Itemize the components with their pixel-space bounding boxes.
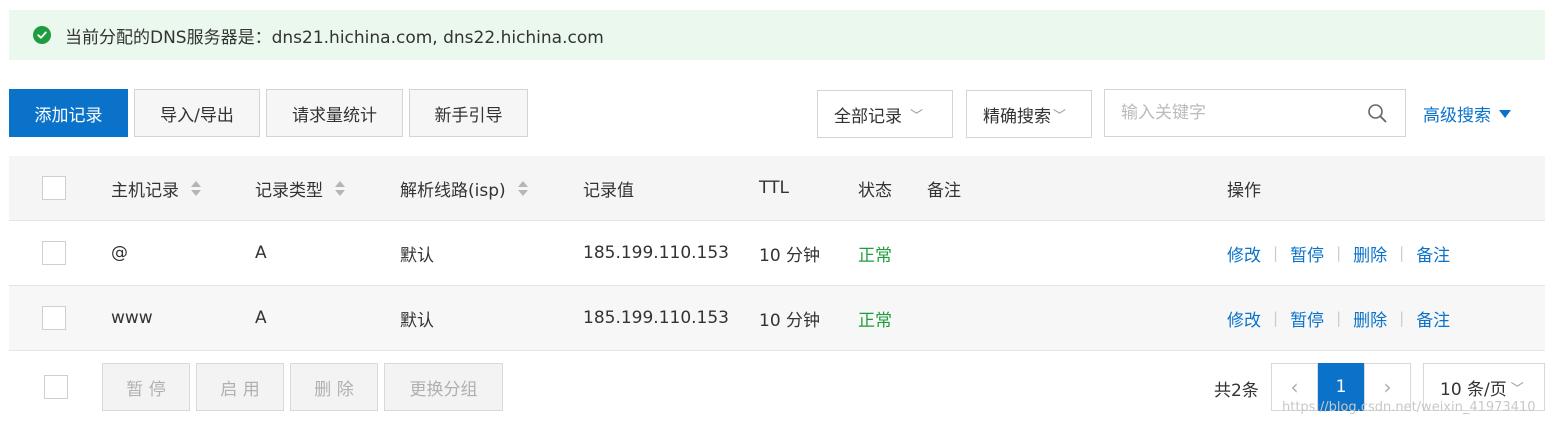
header-line-label: 解析线路(isp) — [400, 180, 506, 201]
edit-link[interactable]: 修改 — [1227, 306, 1261, 331]
cell-line: 默认 — [400, 245, 434, 266]
header-host[interactable]: 主机记录 — [111, 156, 201, 220]
row-actions: 修改 | 暂停 | 删除 | 备注 — [1227, 286, 1450, 350]
cell-type: A — [255, 308, 267, 328]
search-mode-select[interactable]: 精确搜索 ﹀ — [966, 90, 1092, 138]
separator: | — [1399, 309, 1405, 327]
change-group-button[interactable]: 更换分组 — [384, 363, 503, 411]
dns-notice-text: 当前分配的DNS服务器是：dns21.hichina.com, dns22.hi… — [65, 27, 604, 48]
search-input[interactable] — [1105, 90, 1345, 136]
header-type-label: 记录类型 — [255, 180, 323, 201]
row-checkbox[interactable] — [42, 306, 66, 330]
header-ttl: TTL — [759, 178, 789, 198]
batch-pause-button[interactable]: 暂 停 — [102, 363, 190, 411]
header-status: 状态 — [858, 180, 892, 201]
header-type[interactable]: 记录类型 — [255, 156, 345, 220]
chevron-left-icon: ‹ — [1290, 375, 1299, 399]
separator: | — [1399, 244, 1405, 262]
cell-type: A — [255, 243, 267, 263]
search-icon[interactable] — [1367, 103, 1387, 123]
add-record-button[interactable]: 添加记录 — [9, 89, 128, 137]
row-checkbox[interactable] — [42, 241, 66, 265]
import-export-button[interactable]: 导入/导出 — [134, 89, 260, 137]
edit-link[interactable]: 修改 — [1227, 241, 1261, 266]
watermark: https://blog.csdn.net/weixin_41973410 — [1282, 400, 1536, 415]
separator: | — [1273, 309, 1279, 327]
total-count: 共2条 — [1214, 381, 1259, 401]
advanced-search-label: 高级搜索 — [1423, 106, 1491, 126]
chevron-right-icon: › — [1383, 375, 1392, 399]
pause-link[interactable]: 暂停 — [1290, 306, 1324, 331]
search-box — [1104, 89, 1406, 137]
delete-link[interactable]: 删除 — [1353, 306, 1387, 331]
cell-line: 默认 — [400, 310, 434, 331]
cell-ttl: 10 分钟 — [759, 310, 821, 331]
header-actions: 操作 — [1227, 180, 1261, 201]
delete-link[interactable]: 删除 — [1353, 241, 1387, 266]
cell-status: 正常 — [858, 245, 892, 266]
separator: | — [1336, 244, 1342, 262]
cell-status: 正常 — [858, 310, 892, 331]
footer-select-all-checkbox[interactable] — [44, 375, 68, 399]
caret-down-icon — [1499, 109, 1511, 118]
cell-ttl: 10 分钟 — [759, 245, 821, 266]
table-row: @ A 默认 185.199.110.153 10 分钟 正常 修改 | 暂停 … — [9, 221, 1545, 286]
record-filter-label: 全部记录 — [834, 106, 902, 127]
beginner-guide-button[interactable]: 新手引导 — [409, 89, 528, 137]
sort-icon[interactable] — [517, 180, 528, 196]
separator: | — [1336, 309, 1342, 327]
cell-value: 185.199.110.153 — [583, 308, 730, 328]
separator: | — [1273, 244, 1279, 262]
cell-host: www — [111, 308, 153, 328]
sort-icon[interactable] — [335, 180, 345, 196]
chevron-down-icon: ﹀ — [910, 108, 924, 124]
dns-notice-bar: 当前分配的DNS服务器是：dns21.hichina.com, dns22.hi… — [9, 10, 1545, 60]
table-header: 主机记录 记录类型 解析线路(isp) 记录值 TTL 状态 备注 操作 — [9, 156, 1545, 221]
cell-host: @ — [111, 243, 128, 263]
page-size-label: 10 条/页 — [1440, 379, 1507, 400]
header-host-label: 主机记录 — [111, 180, 179, 201]
request-stats-button[interactable]: 请求量统计 — [266, 89, 403, 137]
advanced-search-toggle[interactable]: 高级搜索 — [1423, 101, 1511, 126]
chevron-down-icon: ﹀ — [1510, 381, 1524, 397]
chevron-down-icon: ﹀ — [1053, 108, 1067, 124]
batch-delete-button[interactable]: 删 除 — [290, 363, 378, 411]
row-actions: 修改 | 暂停 | 删除 | 备注 — [1227, 221, 1450, 285]
record-filter-select[interactable]: 全部记录 ﹀ — [817, 90, 953, 138]
batch-enable-button[interactable]: 启 用 — [196, 363, 284, 411]
header-line[interactable]: 解析线路(isp) — [400, 156, 528, 220]
header-remark: 备注 — [927, 180, 961, 201]
cell-value: 185.199.110.153 — [583, 243, 730, 263]
note-link[interactable]: 备注 — [1416, 306, 1450, 331]
note-link[interactable]: 备注 — [1416, 241, 1450, 266]
sort-icon[interactable] — [191, 180, 201, 196]
search-mode-label: 精确搜索 — [983, 106, 1051, 127]
check-circle-icon — [33, 26, 51, 44]
header-value: 记录值 — [583, 180, 634, 201]
pause-link[interactable]: 暂停 — [1290, 241, 1324, 266]
table-row: www A 默认 185.199.110.153 10 分钟 正常 修改 | 暂… — [9, 286, 1545, 351]
select-all-checkbox[interactable] — [42, 176, 66, 200]
